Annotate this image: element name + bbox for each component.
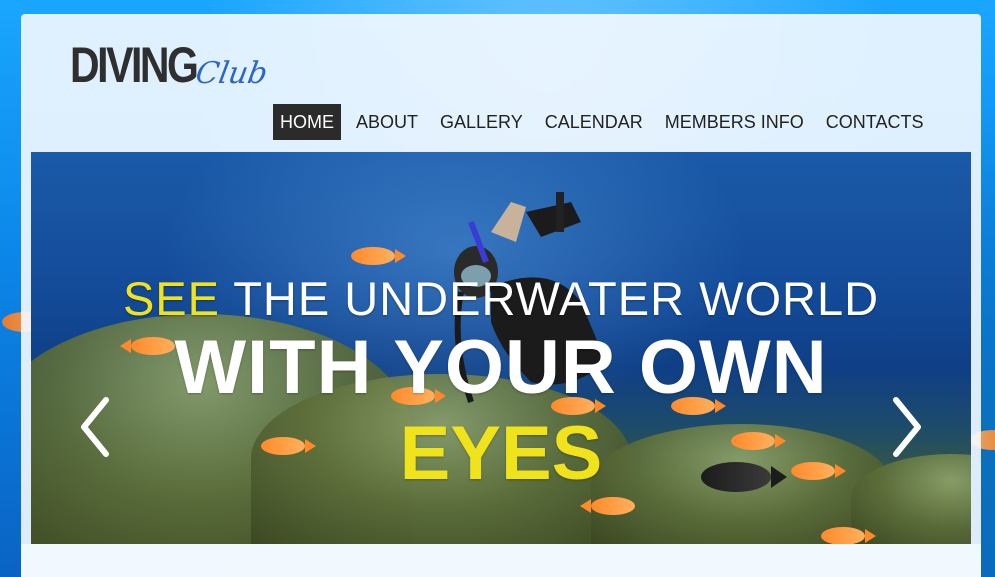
headline-line-2: WITH YOUR OWN <box>174 325 828 410</box>
nav-item-gallery[interactable]: GALLERY <box>433 104 530 140</box>
headline-line-1: SEE THE UNDERWATER WORLD <box>31 271 971 326</box>
headline-highlight: SEE <box>122 272 220 325</box>
main-nav: HOME ABOUT GALLERY CALENDAR MEMBERS INFO… <box>273 104 938 140</box>
headline-line-1-rest: THE UNDERWATER WORLD <box>233 272 880 325</box>
hero-slider: SEE THE UNDERWATER WORLD WITH YOUR OWN E… <box>31 152 971 544</box>
chevron-right-icon <box>893 397 921 457</box>
fish <box>351 247 406 265</box>
chevron-left-icon <box>81 397 109 457</box>
fish <box>821 527 876 544</box>
nav-item-contacts[interactable]: CONTACTS <box>819 104 931 140</box>
page-container: DIVING Club HOME ABOUT GALLERY CALENDAR … <box>21 14 981 577</box>
nav-item-calendar[interactable]: CALENDAR <box>538 104 650 140</box>
fish <box>580 497 635 515</box>
nav-item-about[interactable]: ABOUT <box>349 104 425 140</box>
logo-main-text: DIVING <box>70 37 199 93</box>
logo-script-text: Club <box>193 56 271 91</box>
content-area-top <box>21 544 981 577</box>
nav-item-home[interactable]: HOME <box>273 104 341 140</box>
nav-item-members-info[interactable]: MEMBERS INFO <box>658 104 811 140</box>
headline-line-3: EYES <box>399 411 603 496</box>
slider-next-button[interactable] <box>886 392 926 462</box>
site-logo[interactable]: DIVING Club <box>70 34 271 93</box>
slider-prev-button[interactable] <box>76 392 116 462</box>
